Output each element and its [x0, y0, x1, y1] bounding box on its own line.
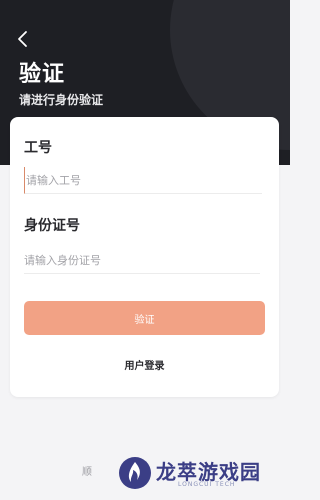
verification-card: 工号 身份证号 验证 用户登录	[10, 117, 279, 397]
employee-id-input[interactable]	[24, 167, 262, 194]
id-number-label: 身份证号	[24, 218, 80, 234]
back-chevron-icon[interactable]	[14, 28, 34, 50]
footer-text: 顺	[82, 467, 92, 478]
page-subtitle: 请进行身份验证	[19, 93, 104, 107]
watermark-logo-icon	[118, 456, 152, 490]
page-title: 验证	[19, 62, 66, 87]
verify-button[interactable]: 验证	[24, 301, 265, 335]
employee-id-label: 工号	[24, 140, 52, 156]
watermark-tagline: LONGCUI TECH	[178, 481, 236, 488]
id-number-input[interactable]	[24, 247, 260, 274]
user-login-link[interactable]: 用户登录	[10, 357, 279, 372]
